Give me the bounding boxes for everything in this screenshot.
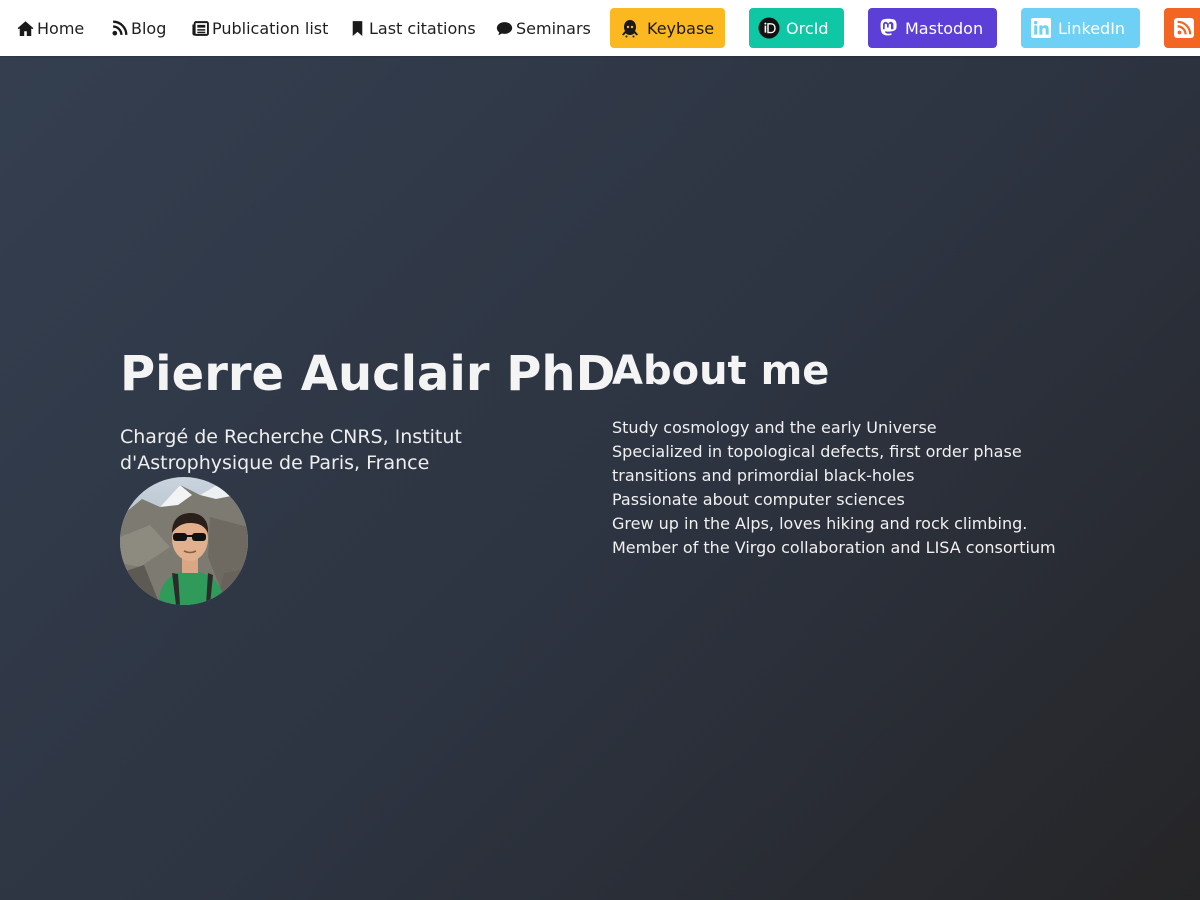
nav-link-last-citations[interactable]: Last citations: [348, 0, 476, 56]
nav-link-label: Publication list: [212, 18, 329, 38]
linkedin-button-label: LinkedIn: [1058, 18, 1126, 38]
page-title: Pierre Auclair PhD: [120, 346, 616, 402]
keybase-icon: [619, 17, 641, 39]
speech-bubble-icon: [495, 19, 513, 37]
mastodon-button[interactable]: Mastodon: [868, 8, 997, 48]
about-item: Passionate about computer sciences: [612, 490, 905, 509]
orcid-button-label: OrcId: [786, 18, 829, 38]
about-heading: About me: [612, 348, 830, 394]
linkedin-icon: [1030, 17, 1052, 39]
nav-link-seminars[interactable]: Seminars: [495, 0, 591, 56]
newspaper-icon: [191, 19, 209, 37]
linkedin-button[interactable]: LinkedIn: [1021, 8, 1140, 48]
keybase-button[interactable]: Keybase: [610, 8, 725, 48]
nav-link-home[interactable]: Home: [16, 0, 84, 56]
rss-button[interactable]: [1164, 8, 1200, 48]
about-item: Study cosmology and the early Universe: [612, 418, 937, 437]
avatar: [120, 477, 248, 605]
rss-icon: [1173, 17, 1195, 39]
mastodon-icon: [877, 17, 899, 39]
nav-link-label: Seminars: [516, 18, 591, 38]
mastodon-button-label: Mastodon: [905, 18, 984, 38]
bookmark-icon: [348, 19, 366, 37]
nav-link-publication-list[interactable]: Publication list: [191, 0, 328, 56]
nav-link-blog[interactable]: Blog: [110, 0, 166, 56]
about-list: Study cosmology and the early Universe S…: [612, 416, 1092, 560]
nav-link-label: Last citations: [369, 18, 476, 38]
nav-link-label: Home: [37, 18, 85, 38]
about-item: Member of the Virgo collaboration and LI…: [612, 538, 1056, 557]
orcid-button[interactable]: OrcId: [749, 8, 844, 48]
about-item: Specialized in topological defects, firs…: [612, 442, 1022, 485]
affiliation-text: Chargé de Recherche CNRS, Institut d'Ast…: [120, 426, 462, 474]
orcid-icon: [758, 17, 780, 39]
about-item: Grew up in the Alps, loves hiking and ro…: [612, 514, 1028, 533]
home-icon: [16, 19, 34, 37]
keybase-button-label: Keybase: [647, 18, 715, 38]
rss-feed-icon: [110, 19, 128, 37]
nav-link-label: Blog: [131, 18, 167, 38]
profile-photo: [120, 477, 248, 605]
top-navbar: Home Blog Publication list Last citation…: [0, 0, 1200, 56]
